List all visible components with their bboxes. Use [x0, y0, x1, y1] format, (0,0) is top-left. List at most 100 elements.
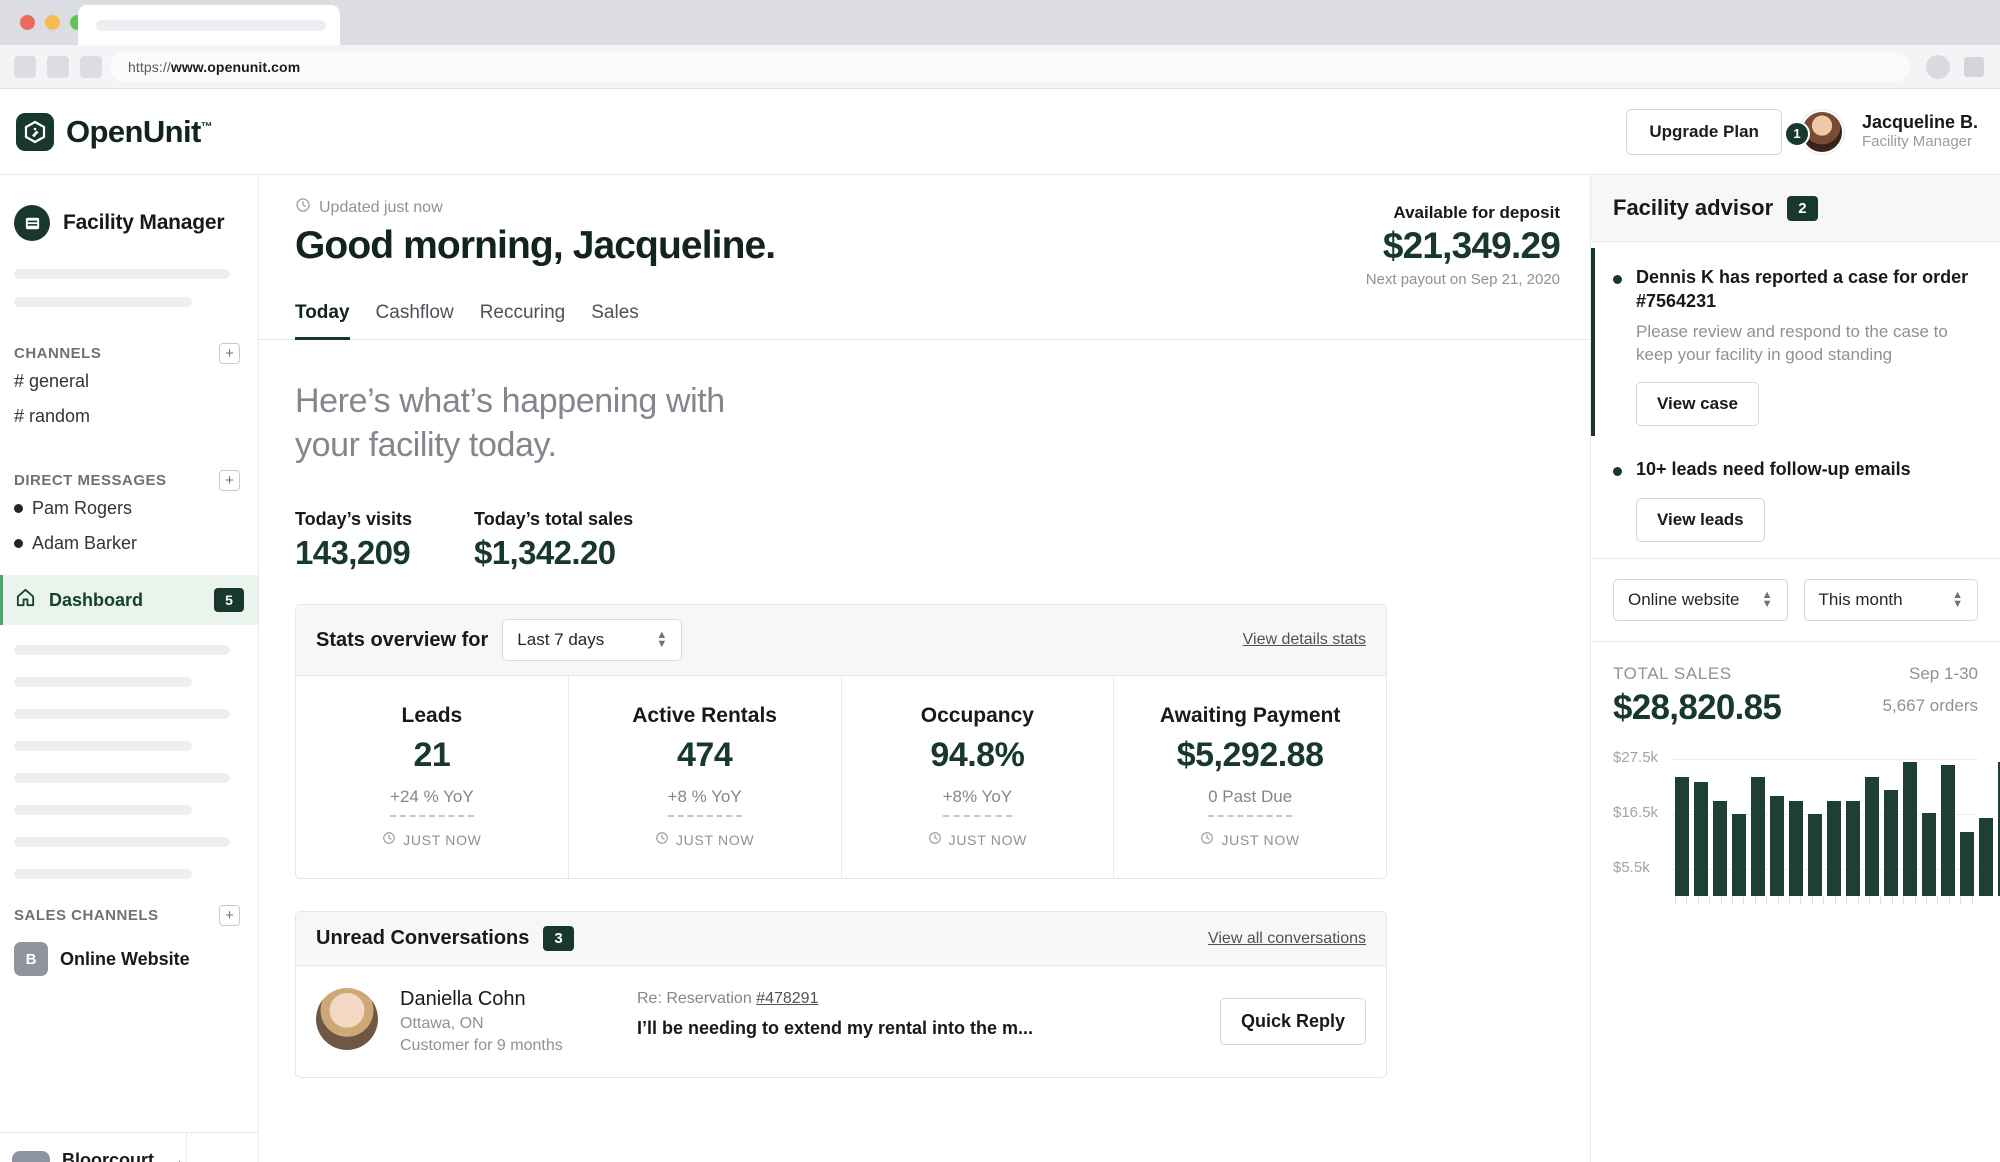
- stat-time-label: JUST NOW: [403, 832, 481, 848]
- chart-xtick: [1766, 897, 1772, 904]
- chart-xtick: [1778, 897, 1784, 904]
- sidebar-placeholder-bar: [14, 297, 192, 307]
- chevron-updown-icon: ▲▼: [656, 631, 667, 650]
- upgrade-plan-button[interactable]: Upgrade Plan: [1626, 109, 1782, 155]
- conversation-location: Ottawa, ON: [400, 1015, 615, 1033]
- view-details-stats-link[interactable]: View details stats: [1243, 631, 1366, 649]
- sales-channels-section-header: SALES CHANNELS +: [0, 905, 258, 926]
- chart-xtick: [1755, 897, 1761, 904]
- sidebar: Facility Manager CHANNELS + # general # …: [0, 175, 259, 1162]
- chart-xtick: [1823, 897, 1829, 904]
- chart-xtick: [1800, 897, 1806, 904]
- metric-label: Today’s visits: [295, 509, 412, 530]
- add-channel-button[interactable]: +: [219, 343, 240, 364]
- quick-reply-button[interactable]: Quick Reply: [1220, 998, 1366, 1045]
- stat-delta: +24 % YoY: [390, 787, 474, 817]
- stats-range-select[interactable]: Last 7 days ▲▼: [502, 619, 682, 661]
- stat-delta: +8% YoY: [943, 787, 1013, 817]
- sidebar-item-pam-rogers[interactable]: Pam Rogers: [0, 491, 258, 526]
- tab-cashflow[interactable]: Cashflow: [376, 302, 454, 340]
- tabs-overview-icon[interactable]: [1964, 57, 1984, 77]
- user-avatar-group[interactable]: 1: [1800, 110, 1844, 154]
- trademark-symbol: ™: [201, 119, 212, 133]
- view-all-conversations-link[interactable]: View all conversations: [1208, 930, 1366, 948]
- chart-xtick: [1709, 897, 1715, 904]
- view-case-button[interactable]: View case: [1636, 382, 1759, 426]
- user-name: Jacqueline B.: [1862, 111, 1978, 134]
- reservation-link[interactable]: #478291: [756, 990, 818, 1007]
- clock-icon: [382, 831, 396, 848]
- browser-tab[interactable]: [78, 5, 340, 45]
- chart-xtick: [1937, 897, 1943, 904]
- notification-badge[interactable]: 1: [1784, 121, 1810, 147]
- add-sales-channel-button[interactable]: +: [219, 905, 240, 926]
- metric-value: 143,209: [295, 534, 412, 572]
- dashboard-left: Dashboard: [14, 586, 143, 614]
- stat-name: Active Rentals: [579, 704, 831, 728]
- chart-xtick: [1812, 897, 1818, 904]
- chart-bar: [1675, 777, 1689, 896]
- stats-card-title: Stats overview for: [316, 629, 488, 652]
- sidebar-item-adam-barker[interactable]: Adam Barker: [0, 526, 258, 561]
- chart-xtick: [1721, 897, 1727, 904]
- metric-value: $1,342.20: [474, 534, 633, 572]
- profile-icon[interactable]: [1926, 55, 1950, 79]
- advisor-description: Please review and respond to the case to…: [1636, 320, 1978, 366]
- facility-advisor-panel: Facility advisor 2 Dennis K has reported…: [1590, 175, 2000, 1162]
- window-controls: [0, 15, 85, 30]
- stats-grid: Leads 21 +24 % YoY JUST NOW: [296, 676, 1386, 878]
- sidebar-item-online-website[interactable]: B Online Website: [0, 934, 258, 984]
- brand[interactable]: OpenUnit™: [16, 113, 212, 151]
- chart-xtick: [1949, 897, 1955, 904]
- dm-header-label: DIRECT MESSAGES: [14, 472, 167, 489]
- channels-list: # general # random: [0, 364, 258, 434]
- stat-time-label: JUST NOW: [676, 832, 754, 848]
- sidebar-item-general[interactable]: # general: [0, 364, 258, 399]
- chart-ytick-label: $5.5k: [1613, 859, 1650, 876]
- total-sales-label: TOTAL SALES: [1613, 664, 1781, 684]
- view-leads-button[interactable]: View leads: [1636, 498, 1765, 542]
- lede-line-1: Here’s what’s happening with: [295, 380, 1387, 424]
- sidebar-placeholder-bar: [14, 837, 230, 847]
- dm-section-header: DIRECT MESSAGES +: [0, 470, 258, 491]
- chart-xtick: [1903, 897, 1909, 904]
- period-filter-select[interactable]: This month ▲▼: [1804, 579, 1979, 621]
- add-dm-button[interactable]: +: [219, 470, 240, 491]
- chart-bar: [1770, 796, 1784, 896]
- collapse-sidebar-button[interactable]: «: [186, 1133, 258, 1162]
- home-icon: [14, 586, 37, 614]
- deposit-summary: Available for deposit $21,349.29 Next pa…: [1366, 197, 1560, 288]
- workspace-switcher[interactable]: B Bloorcourt 7 members ▲▼: [12, 1150, 185, 1162]
- stat-value: 474: [579, 736, 831, 775]
- reload-button[interactable]: [80, 56, 102, 78]
- clock-icon: [295, 197, 311, 218]
- back-button[interactable]: [14, 56, 36, 78]
- workspace-avatar: B: [12, 1151, 50, 1162]
- address-bar[interactable]: https://www.openunit.com: [110, 52, 1910, 82]
- sidebar-item-random[interactable]: # random: [0, 399, 258, 434]
- forward-button[interactable]: [47, 56, 69, 78]
- stat-timestamp: JUST NOW: [1124, 831, 1376, 848]
- greeting-row: Updated just now Good morning, Jacquelin…: [295, 197, 1560, 288]
- total-sales-amount: $28,820.85: [1613, 688, 1781, 728]
- workspace-header[interactable]: Facility Manager: [0, 193, 258, 241]
- url-text: https://www.openunit.com: [128, 59, 300, 75]
- channel-filter-select[interactable]: Online website ▲▼: [1613, 579, 1788, 621]
- chart-xtick: [1789, 897, 1795, 904]
- tab-sales[interactable]: Sales: [591, 302, 639, 340]
- clock-icon: [928, 831, 942, 848]
- chart-xtick: [1743, 897, 1749, 904]
- metric-todays-total-sales: Today’s total sales $1,342.20: [474, 509, 633, 572]
- stat-occupancy: Occupancy 94.8% +8% YoY JUST NOW: [842, 676, 1115, 878]
- minimize-window-button[interactable]: [45, 15, 60, 30]
- chart-bar: [1979, 818, 1993, 896]
- browser-titlebar: [0, 0, 2000, 45]
- tab-today[interactable]: Today: [295, 302, 350, 340]
- tab-reccuring[interactable]: Reccuring: [480, 302, 566, 340]
- sidebar-item-dashboard[interactable]: Dashboard 5: [0, 575, 258, 625]
- advisor-leads-body: 10+ leads need follow-up emails View lea…: [1636, 458, 1911, 542]
- conversation-row[interactable]: Daniella Cohn Ottawa, ON Customer for 9 …: [296, 966, 1386, 1077]
- advisor-item-case: Dennis K has reported a case for order #…: [1591, 260, 2000, 426]
- metric-todays-visits: Today’s visits 143,209: [295, 509, 412, 572]
- close-window-button[interactable]: [20, 15, 35, 30]
